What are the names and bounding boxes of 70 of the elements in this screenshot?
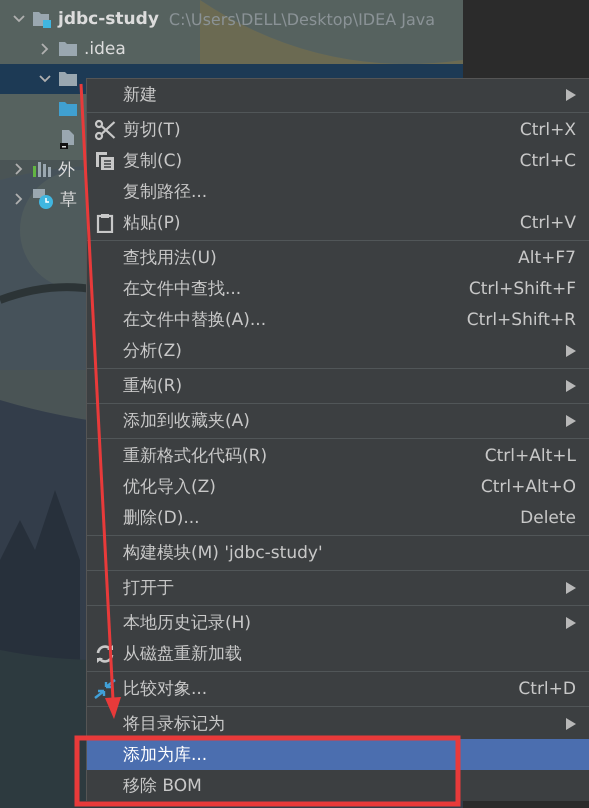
menu-label: 在文件中替换(A)...: [123, 309, 266, 331]
module-folder-icon: [32, 10, 52, 28]
shortcut-label: Ctrl+Shift+R: [466, 310, 576, 330]
menu-item[interactable]: 构建模块(M) 'jdbc-study': [87, 537, 589, 568]
menu-item[interactable]: 重新格式化代码(R) Ctrl+Alt+L: [87, 440, 589, 471]
shortcut-label: Ctrl+Shift+F: [468, 278, 576, 298]
menu-label: 本地历史记录(H): [123, 612, 252, 634]
file-icon: [58, 129, 76, 149]
menu-item[interactable]: 复制(C) Ctrl+C: [87, 145, 589, 176]
menu-item[interactable]: 移除 BOM: [87, 770, 589, 801]
folder-icon: [58, 71, 78, 87]
scratch-clock-icon: [32, 188, 54, 210]
menu-label: 优化导入(Z): [123, 476, 216, 498]
menu-label: 剪切(T): [123, 119, 181, 141]
shortcut-label: Alt+F7: [518, 248, 576, 268]
menu-item[interactable]: 剪切(T) Ctrl+X: [87, 114, 589, 145]
menu-item[interactable]: 打开于: [87, 572, 589, 603]
menu-item[interactable]: 添加为库...: [87, 739, 589, 770]
shortcut-label: Ctrl+V: [520, 212, 576, 232]
shortcut-label: Ctrl+D: [518, 678, 576, 698]
menu-item[interactable]: 复制路径...: [87, 176, 589, 207]
folder-icon: [58, 101, 78, 117]
menu-label: 将目录标记为: [123, 713, 225, 735]
scissors-icon: [94, 118, 116, 140]
menu-item[interactable]: 将目录标记为: [87, 708, 589, 739]
menu-label: 新建: [123, 84, 157, 106]
menu-label: 添加到收藏夹(A): [123, 410, 250, 432]
tree-item[interactable]: 外: [58, 158, 75, 180]
shortcut-label: Ctrl+X: [520, 120, 576, 140]
menu-label: 重构(R): [123, 375, 182, 397]
menu-label: 打开于: [123, 577, 174, 599]
clipboard-icon: [96, 212, 114, 232]
menu-item[interactable]: 重构(R): [87, 370, 589, 401]
shortcut-label: Delete: [520, 508, 576, 528]
menu-item[interactable]: 比较对象... Ctrl+D: [87, 673, 589, 704]
menu-label: 复制(C): [123, 150, 182, 172]
menu-item[interactable]: 添加到收藏夹(A): [87, 405, 589, 436]
menu-label: 从磁盘重新加载: [123, 643, 242, 665]
menu-item[interactable]: 在文件中替换(A)... Ctrl+Shift+R: [87, 304, 589, 335]
menu-item[interactable]: 从磁盘重新加载: [87, 638, 589, 669]
menu-label: 复制路径...: [123, 181, 208, 203]
menu-label: 粘贴(P): [123, 212, 181, 234]
menu-item[interactable]: 在文件中查找... Ctrl+Shift+F: [87, 273, 589, 304]
menu-label: 添加为库...: [123, 744, 208, 766]
menu-label: 分析(Z): [123, 340, 182, 362]
menu-item[interactable]: 新建: [87, 79, 589, 110]
bar-chart-icon: [32, 160, 52, 178]
shortcut-label: Ctrl+Alt+O: [480, 476, 576, 496]
menu-label: 在文件中查找...: [123, 278, 242, 300]
shortcut-label: Ctrl+Alt+L: [484, 446, 576, 466]
menu-label: 移除 BOM: [123, 775, 202, 797]
copy-icon: [95, 150, 115, 170]
folder-icon: [58, 41, 78, 57]
menu-item[interactable]: 查找用法(U) Alt+F7: [87, 242, 589, 273]
menu-label: 查找用法(U): [123, 247, 217, 269]
tree-item[interactable]: .idea: [84, 39, 126, 59]
tree-item[interactable]: 草: [60, 188, 77, 210]
menu-label: 构建模块(M) 'jdbc-study': [123, 542, 323, 564]
tree-item[interactable]: jdbc-study: [58, 9, 159, 29]
menu-label: 比较对象...: [123, 678, 208, 700]
menu-item[interactable]: 删除(D)... Delete: [87, 502, 589, 533]
menu-item[interactable]: 本地历史记录(H): [87, 607, 589, 638]
menu-label: 重新格式化代码(R): [123, 445, 268, 467]
refresh-icon: [95, 644, 115, 664]
shortcut-label: Ctrl+C: [520, 150, 576, 170]
menu-item[interactable]: 粘贴(P) Ctrl+V: [87, 207, 589, 238]
menu-item[interactable]: 优化导入(Z) Ctrl+Alt+O: [87, 471, 589, 502]
menu-item[interactable]: 分析(Z): [87, 335, 589, 366]
compare-arrows-icon: [94, 678, 116, 698]
menu-label: 删除(D)...: [123, 507, 200, 529]
